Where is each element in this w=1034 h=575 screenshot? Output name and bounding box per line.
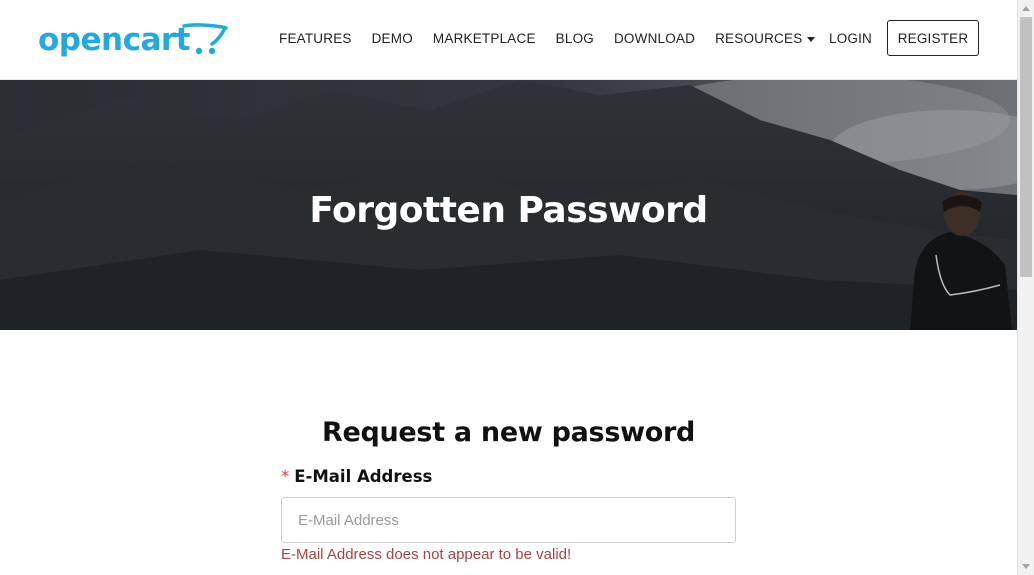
form-heading: Request a new password: [321, 417, 696, 448]
main-nav: FEATURES DEMO MARKETPLACE BLOG DOWNLOAD …: [269, 28, 825, 50]
shopping-cart-icon: [182, 23, 228, 55]
register-button[interactable]: REGISTER: [887, 20, 979, 56]
nav-marketplace[interactable]: MARKETPLACE: [423, 28, 546, 50]
opencart-logo[interactable]: opencart: [38, 18, 228, 62]
nav-demo[interactable]: DEMO: [362, 28, 423, 50]
nav-features[interactable]: FEATURES: [269, 28, 362, 50]
scroll-down-arrow-icon[interactable]: [1018, 558, 1034, 575]
email-label-text: E-Mail Address: [294, 467, 433, 486]
nav-label: MARKETPLACE: [432, 31, 536, 46]
site-header: opencart FEATURES DEMO MARKETPLACE BLOG …: [0, 0, 1017, 80]
nav-label: FEATURES: [279, 31, 352, 46]
scrollbar-thumb[interactable]: [1020, 17, 1032, 277]
caret-down-icon: [807, 36, 816, 42]
nav-label: DEMO: [371, 31, 413, 46]
email-label: * E-Mail Address: [281, 467, 432, 486]
nav-download[interactable]: DOWNLOAD: [604, 28, 705, 50]
page: opencart FEATURES DEMO MARKETPLACE BLOG …: [0, 0, 1017, 575]
nav-label: BLOG: [555, 31, 594, 46]
required-marker: *: [281, 467, 290, 486]
nav-label: DOWNLOAD: [613, 31, 696, 46]
scroll-up-arrow-icon[interactable]: [1018, 0, 1034, 17]
page-title: Forgotten Password: [309, 190, 708, 231]
nav-resources-dropdown[interactable]: RESOURCES: [705, 28, 825, 50]
hero-banner: Forgotten Password: [0, 80, 1017, 330]
nav-label: RESOURCES: [715, 31, 803, 46]
logo-text: opencart: [38, 22, 190, 58]
vertical-scrollbar[interactable]: [1017, 0, 1034, 575]
email-field[interactable]: [281, 497, 736, 543]
login-link[interactable]: LOGIN: [829, 28, 872, 50]
nav-blog[interactable]: BLOG: [546, 28, 604, 50]
email-error-message: E-Mail Address does not appear to be val…: [281, 546, 572, 563]
